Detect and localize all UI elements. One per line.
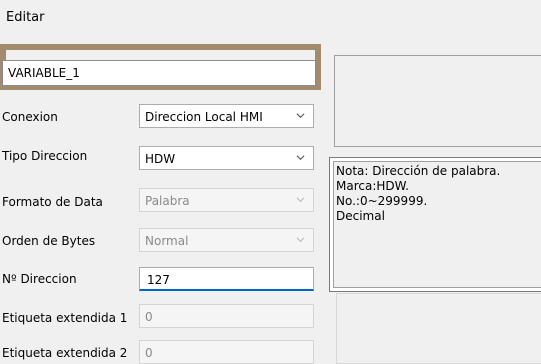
formato-data-label: Formato de Data: [2, 195, 103, 209]
note-panel: Nota: Dirección de palabra. Marca:HDW. N…: [329, 157, 541, 292]
orden-bytes-select[interactable]: Normal: [139, 228, 314, 252]
etiqueta1-label: Etiqueta extendida 1: [2, 311, 128, 325]
orden-bytes-value: Normal: [145, 234, 189, 248]
tipo-direccion-select[interactable]: HDW: [139, 146, 314, 170]
preview-panel: [334, 55, 541, 147]
etiqueta2-label: Etiqueta extendida 2: [2, 346, 128, 360]
tipo-direccion-value: HDW: [145, 152, 176, 166]
direccion-label: Nº Direccion: [2, 272, 77, 286]
tipo-direccion-label: Tipo Direccion: [2, 149, 88, 163]
orden-bytes-label: Orden de Bytes: [2, 234, 96, 248]
chevron-down-icon: [296, 197, 305, 203]
formato-data-select[interactable]: Palabra: [139, 188, 314, 212]
conexion-value: Direccion Local HMI: [145, 110, 263, 124]
etiqueta1-input[interactable]: 0: [139, 304, 314, 328]
extra-panel: [336, 293, 541, 364]
note-text: Nota: Dirección de palabra. Marca:HDW. N…: [336, 164, 501, 223]
chevron-down-icon: [296, 155, 305, 161]
chevron-down-icon: [296, 113, 305, 119]
window-title: Editar: [6, 10, 45, 25]
variable-name-input[interactable]: VARIABLE_1: [2, 60, 316, 86]
conexion-select[interactable]: Direccion Local HMI: [139, 104, 314, 128]
conexion-label: Conexion: [2, 110, 58, 124]
formato-data-value: Palabra: [145, 194, 190, 208]
direccion-input[interactable]: 127: [139, 267, 314, 291]
chevron-down-icon: [296, 237, 305, 243]
etiqueta2-input[interactable]: 0: [139, 340, 314, 364]
